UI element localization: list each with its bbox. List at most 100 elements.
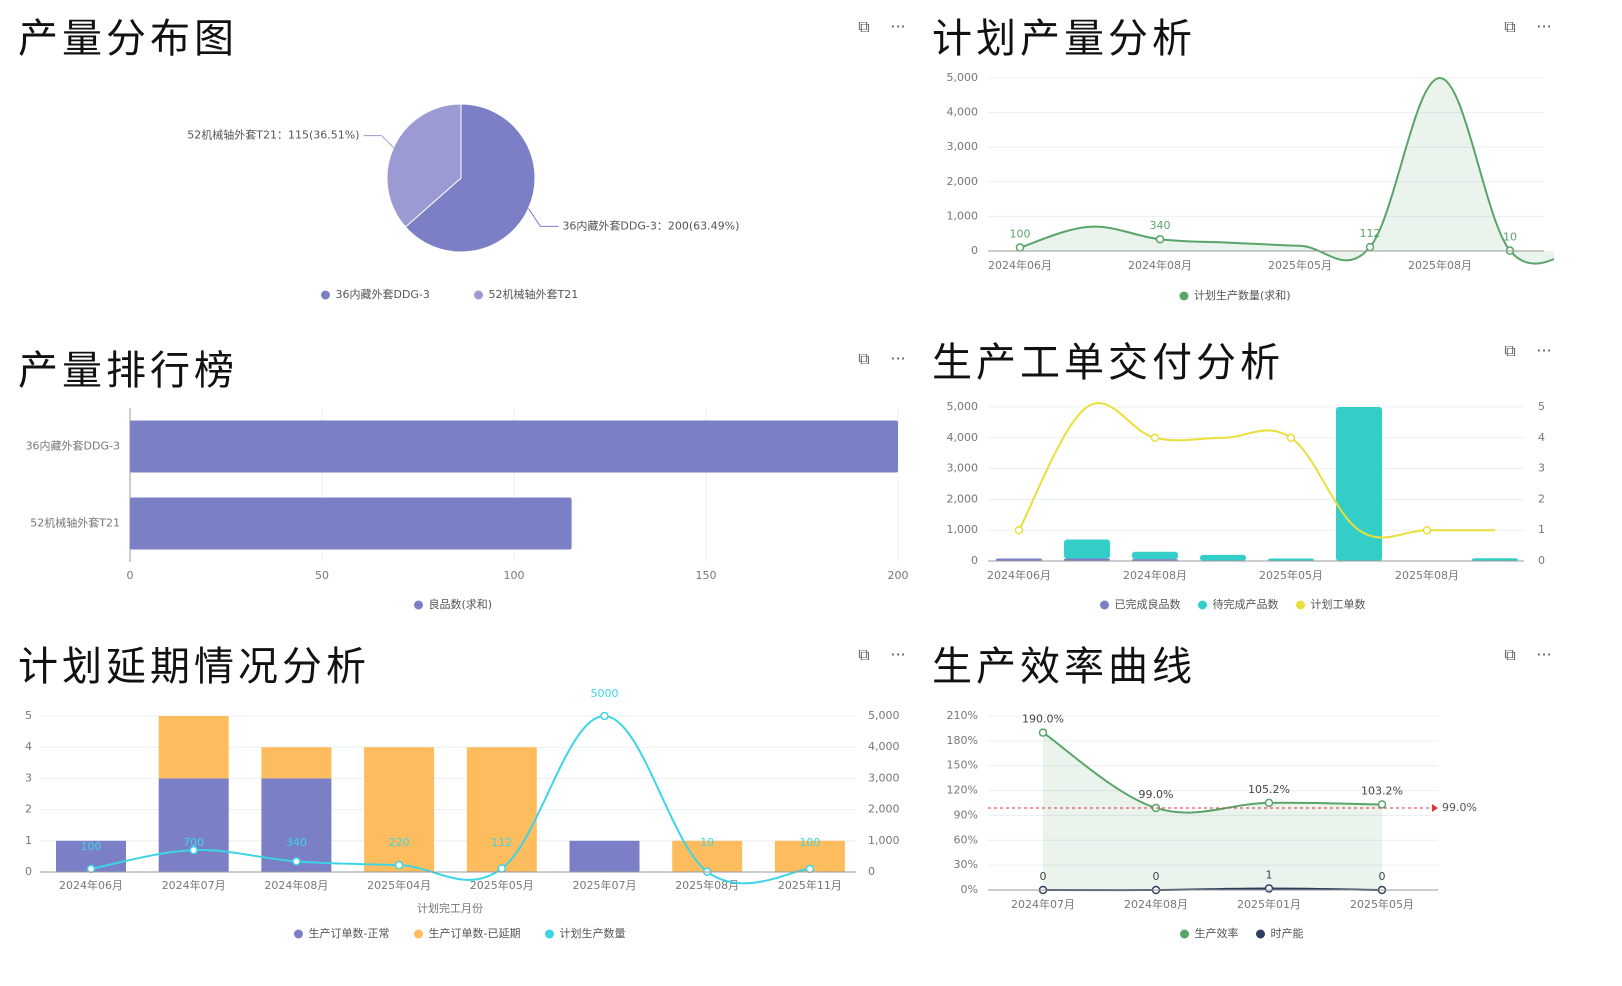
legend-item[interactable]: 已完成良品数	[1100, 597, 1181, 611]
data-point[interactable]	[86, 864, 96, 874]
legend-item[interactable]: 生产效率	[1180, 926, 1239, 940]
bar-delayed[interactable]	[158, 716, 229, 779]
legend-marker	[1296, 600, 1305, 610]
x-tick-label: 2025年07月	[573, 878, 637, 892]
data-point[interactable]	[292, 857, 301, 866]
data-point[interactable]	[1422, 525, 1432, 535]
series-line	[1018, 402, 1495, 539]
y-tick-label: 2,000	[947, 175, 979, 188]
data-point[interactable]	[1150, 433, 1160, 443]
data-point[interactable]	[1377, 800, 1387, 809]
x-tick-label: 150	[696, 569, 717, 582]
data-point[interactable]	[1015, 243, 1025, 252]
legend-item[interactable]: 计划生产数量(求和)	[1179, 288, 1291, 302]
legend-item[interactable]: 生产订单数-已延期	[414, 926, 520, 940]
legend-item[interactable]: 待完成产品数	[1198, 597, 1279, 611]
x-tick-label: 2024年06月	[988, 258, 1052, 272]
bar[interactable]	[130, 497, 572, 550]
legend-label: 生产订单数-已延期	[429, 926, 521, 940]
y-tick-label-left: 4,000	[947, 431, 979, 444]
y-tick-label-left: 1	[25, 834, 32, 847]
legend-item[interactable]: 时产能	[1256, 926, 1304, 940]
x-tick-label: 2025年05月	[1259, 568, 1323, 582]
x-tick-label: 200	[888, 569, 909, 582]
y-tick-label-left: 5	[25, 709, 32, 722]
x-tick-label: 2024年08月	[1124, 897, 1188, 911]
bar-normal[interactable]	[569, 840, 640, 872]
y-tick-label-right: 0	[1538, 554, 1545, 567]
data-label: 112	[1360, 227, 1381, 240]
x-tick-label: 2025年05月	[1268, 258, 1332, 272]
y-tick-label: 120%	[947, 784, 978, 797]
legend-item[interactable]: 良品数(求和)	[414, 597, 492, 611]
x-tick-label: 2024年07月	[162, 878, 226, 892]
pie-chart: 36内藏外套DDG-3：200(63.49%) 52机械轴外套T21：115(36…	[187, 103, 739, 301]
data-point[interactable]	[1365, 242, 1375, 252]
legend-item[interactable]: 生产订单数-正常	[294, 926, 389, 940]
data-label: 0	[1040, 870, 1047, 883]
data-point[interactable]	[497, 864, 507, 873]
reference-arrow	[1432, 803, 1438, 812]
reference-label: 99.0%	[1442, 801, 1477, 814]
legend-item[interactable]: 计划生产数量	[545, 926, 626, 940]
legend-label: 时产能	[1271, 926, 1304, 940]
legend-label: 已完成良品数	[1115, 597, 1181, 611]
data-point[interactable]	[1038, 728, 1048, 737]
y-tick-label: 0%	[961, 883, 978, 896]
y-tick-label-right: 5,000	[868, 709, 900, 722]
bar-pending[interactable]	[1064, 539, 1110, 559]
legend-label: 计划生产数量	[560, 926, 626, 940]
bar-delayed[interactable]	[261, 747, 332, 779]
legend-label: 良品数(求和)	[429, 597, 493, 611]
data-label: 700	[183, 836, 204, 849]
data-point[interactable]	[394, 860, 404, 870]
plan-area-chart: 0 1,000 2,000 3,000 4,000 5,000 100 340 112 10 202…	[947, 71, 1554, 302]
data-point[interactable]	[1286, 433, 1296, 443]
legend-item[interactable]: 52机械轴外套T21	[474, 287, 578, 301]
y-tick-label-right: 3,000	[868, 771, 900, 784]
data-point[interactable]	[805, 864, 815, 874]
legend-label: 待完成产品数	[1213, 597, 1279, 611]
data-point[interactable]	[1264, 884, 1274, 893]
bar-pending[interactable]	[1200, 554, 1246, 561]
data-point[interactable]	[1155, 234, 1165, 244]
bar[interactable]	[130, 420, 898, 473]
data-label: 112	[491, 836, 512, 849]
data-label: 220	[389, 836, 410, 849]
y-tick-label: 52机械轴外套T21	[30, 516, 120, 530]
y-tick-label-right: 2,000	[868, 803, 900, 816]
y-tick-label-right: 1	[1538, 523, 1545, 536]
x-tick-label: 2025年04月	[367, 878, 431, 892]
legend-label: 36内藏外套DDG-3	[336, 287, 430, 301]
delay-combo-chart: 0 0 1 1,000 2 2,000 3 3,000 4 4,000 5 5,000 2024年06月…	[25, 687, 900, 940]
y-tick-label: 3,000	[947, 140, 979, 153]
y-tick-label-left: 3	[25, 771, 32, 784]
bar-delayed[interactable]	[364, 747, 435, 872]
y-tick-label: 1,000	[947, 209, 979, 222]
data-point[interactable]	[600, 711, 609, 721]
legend-label: 生产效率	[1195, 926, 1239, 940]
bar-pending[interactable]	[1132, 551, 1178, 560]
legend-item[interactable]: 36内藏外套DDG-3	[321, 287, 430, 301]
y-tick-label-left: 2	[25, 803, 32, 816]
x-tick-label: 50	[315, 569, 329, 582]
legend-label: 52机械轴外套T21	[489, 287, 579, 301]
data-label: 99.0%	[1139, 788, 1174, 801]
delivery-combo-chart: 0 0 1,000 1 2,000 2 3,000 3 4,000 4 5,000 5 2024年06月…	[947, 400, 1546, 611]
legend-label: 生产订单数-正常	[309, 926, 390, 940]
legend-marker	[1198, 600, 1207, 610]
y-tick-label: 180%	[947, 734, 978, 747]
y-tick-label: 210%	[947, 709, 978, 722]
data-point[interactable]	[1014, 525, 1024, 535]
x-tick-label: 2024年08月	[1128, 258, 1192, 272]
data-label: 0	[1153, 870, 1160, 883]
data-label: 100	[1010, 228, 1031, 241]
ranking-bar-chart: 0 50 100 150 200 36内藏外套DDG-3 52机械轴外套T21 良品数(求和)	[26, 408, 909, 611]
legend-label: 计划工单数	[1311, 598, 1366, 611]
legend-marker	[414, 600, 423, 610]
legend-item[interactable]: 计划工单数	[1296, 598, 1366, 611]
panel-delay-analysis: 计划延期情况分析 ⧉ ··· 0 0 1 1,000 2 2,000 3 3,000 4 4,00…	[18, 634, 908, 948]
bar-delayed[interactable]	[466, 747, 537, 872]
bar-normal[interactable]	[158, 778, 229, 872]
data-point[interactable]	[1264, 798, 1274, 808]
